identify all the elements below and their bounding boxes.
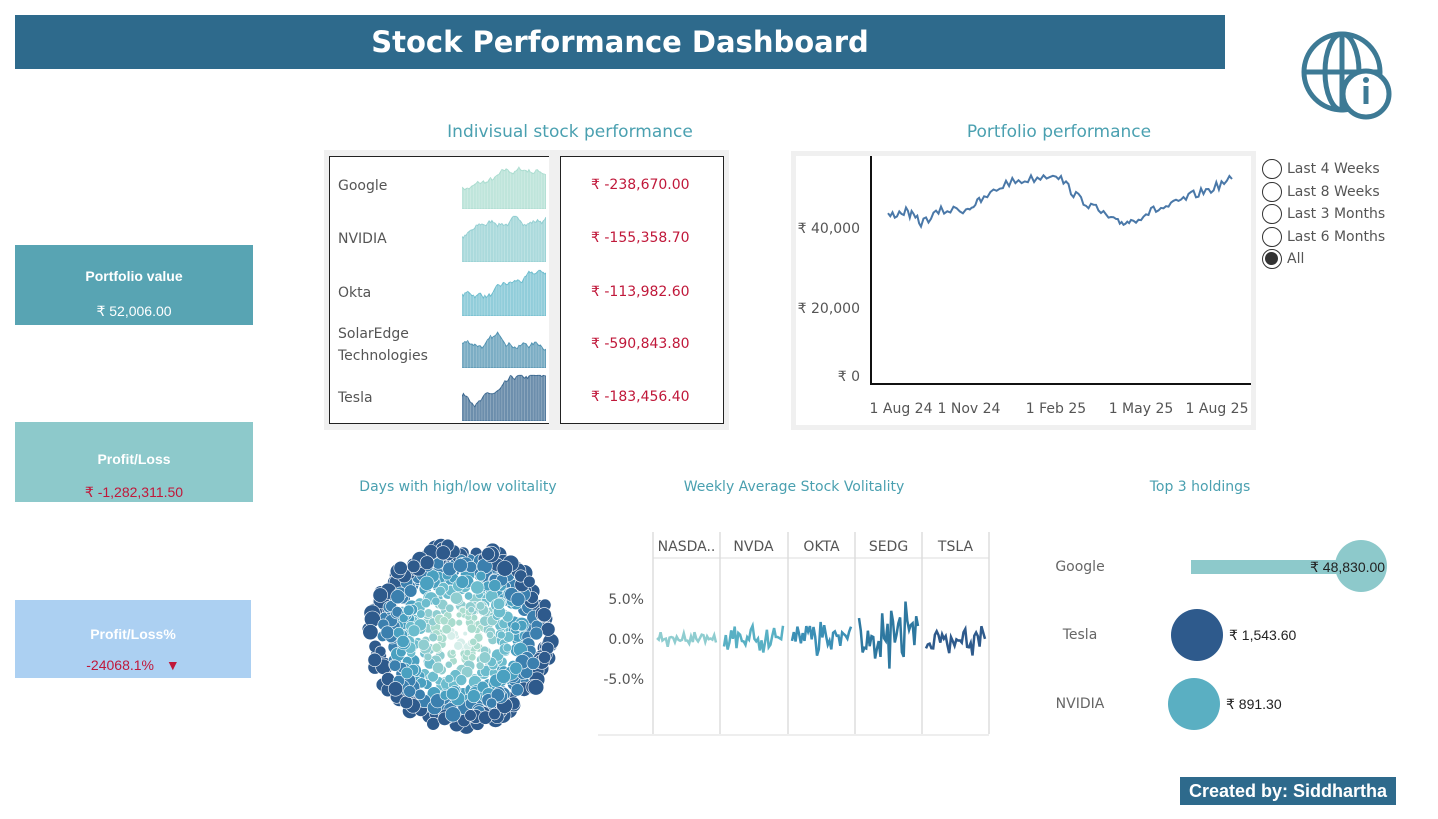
kpi-value: ₹ -1,282,311.50	[84, 484, 184, 500]
period-option-label: Last 3 Months	[1287, 206, 1386, 223]
portfolio-line-chart: ₹ 40,000 ₹ 20,000 ₹ 0 1 Aug 24 1 Nov 24 1 Feb…	[796, 156, 1251, 425]
volatility-title: Weekly Average Stock Volitality	[683, 479, 905, 495]
period-option-label: Last 6 Months	[1287, 228, 1386, 245]
volatility-series-line	[790, 621, 853, 656]
volatility-series-line	[722, 621, 785, 653]
x-tick-label: 1 Aug 25	[1186, 401, 1249, 417]
portfolio-title: Portfolio performance	[966, 122, 1152, 142]
radio-button-icon[interactable]	[1262, 159, 1282, 180]
y-tick-label: ₹ 20,000	[798, 301, 860, 317]
holdings-title: Top 3 holdings	[1149, 479, 1251, 495]
radio-button-icon[interactable]	[1262, 226, 1282, 247]
period-filter: Last 4 Weeks Last 8 Weeks Last 3 Months Las…	[1262, 158, 1432, 271]
stock-pl-value: ₹ -590,843.80	[591, 336, 690, 352]
kpi-profit-loss-pct: Profit/Loss% -24068.1% ▼	[15, 600, 251, 678]
volatility-column-header: OKTA	[803, 539, 840, 555]
holding-bubble	[1168, 678, 1220, 730]
holding-name: Google	[1055, 559, 1105, 575]
stock-name: SolarEdge Technologies	[338, 326, 428, 364]
stock-name: Tesla	[338, 390, 373, 406]
volatility-y-tick: 0.0%	[608, 632, 644, 648]
down-arrow-icon: ▼	[165, 657, 180, 673]
credit-badge: Created by: Siddhartha	[1180, 777, 1396, 805]
stock-sparkline	[462, 269, 546, 316]
stock-name: Okta	[338, 285, 372, 301]
kpi-label: Profit/Loss	[97, 451, 171, 467]
period-option-label: All	[1287, 251, 1305, 268]
volatility-series-line	[924, 624, 987, 656]
period-option[interactable]: Last 3 Months	[1262, 203, 1432, 226]
x-tick-label: 1 Feb 25	[1026, 401, 1086, 417]
holding-value: ₹ 1,543.60	[1229, 627, 1297, 643]
bubble-title: Days with high/low volitality	[359, 479, 557, 495]
stock-sparkline	[462, 166, 546, 209]
period-option[interactable]: Last 8 Weeks	[1262, 181, 1432, 204]
kpi-pct-value: -24068.1%	[86, 657, 154, 673]
volatility-series-line	[857, 601, 920, 669]
kpi-profit-loss: Profit/Loss ₹ -1,282,311.50	[15, 422, 253, 502]
kpi-value: ₹ 52,006.00	[96, 303, 172, 319]
x-tick-label: 1 Nov 24	[938, 401, 1001, 417]
stock-pl-value: ₹ -113,982.60	[591, 284, 690, 300]
kpi-label: Profit/Loss%	[90, 626, 176, 642]
kpi-value: -24068.1% ▼	[15, 657, 251, 673]
volatility-y-tick: 5.0%	[608, 592, 644, 608]
stock-sparkline	[462, 374, 546, 421]
holding-value: ₹ 891.30	[1226, 696, 1282, 712]
stock-sparkline	[462, 215, 546, 262]
volatility-column-header: TSLA	[937, 539, 974, 555]
period-option-label: Last 4 Weeks	[1287, 161, 1380, 178]
globe-info-icon[interactable]	[1300, 30, 1394, 120]
holding-value: ₹ 48,830.00	[1310, 559, 1386, 575]
x-tick-label: 1 Aug 24	[870, 401, 933, 417]
stock-name: NVIDIA	[338, 231, 387, 247]
dashboard-title: Stock Performance Dashboard	[15, 15, 1225, 69]
stock-pl-value: ₹ -155,358.70	[591, 230, 690, 246]
stock-pl-value: ₹ -183,456.40	[591, 389, 690, 405]
stock-name: Google	[338, 178, 388, 194]
individual-title: Indivisual stock performance	[447, 122, 693, 142]
period-option[interactable]: Last 4 Weeks	[1262, 158, 1432, 181]
period-option[interactable]: Last 6 Months	[1262, 226, 1432, 249]
radio-button-icon[interactable]	[1262, 249, 1282, 270]
holding-name: Tesla	[1062, 627, 1098, 643]
kpi-portfolio-value: Portfolio value ₹ 52,006.00	[15, 245, 253, 325]
stock-sparkline	[462, 331, 546, 368]
volatility-y-tick: -5.0%	[603, 672, 644, 688]
period-option[interactable]: All	[1262, 248, 1432, 271]
period-option-label: Last 8 Weeks	[1287, 183, 1380, 200]
y-tick-label: ₹ 0	[838, 369, 860, 385]
volatility-bubble-chart	[361, 538, 560, 735]
holding-name: NVIDIA	[1055, 696, 1105, 712]
stock-pl-value: ₹ -238,670.00	[591, 177, 690, 193]
volatility-column-header: NVDA	[733, 539, 774, 555]
y-tick-label: ₹ 40,000	[798, 221, 860, 237]
x-tick-label: 1 May 25	[1109, 401, 1174, 417]
holding-bubble	[1171, 609, 1223, 661]
weekly-volatility-chart: NASDA.. NVDA OKTA SEDG TSLA 5.0% 0.0% -5.0%	[598, 532, 990, 736]
volatility-column-header: NASDA..	[658, 539, 716, 555]
radio-button-icon[interactable]	[1262, 181, 1282, 202]
kpi-label: Portfolio value	[85, 268, 183, 284]
radio-button-icon[interactable]	[1262, 204, 1282, 225]
volatility-column-header: SEDG	[869, 539, 908, 555]
volatility-series-line	[656, 628, 718, 647]
